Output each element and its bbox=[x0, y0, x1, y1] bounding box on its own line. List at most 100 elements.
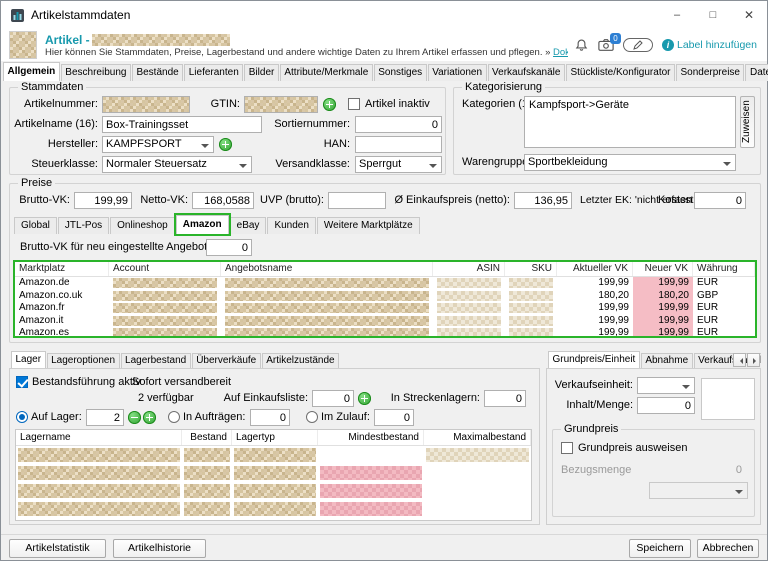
tab-variationen[interactable]: Variationen bbox=[428, 64, 487, 81]
versandklasse-select[interactable]: Sperrgut bbox=[355, 156, 442, 173]
camera-icon-wrap[interactable]: 0 bbox=[598, 38, 614, 52]
kategorie-item[interactable]: Kampfsport->Geräte bbox=[529, 99, 629, 111]
hersteller-add-button[interactable] bbox=[219, 138, 232, 151]
table-row-amazon-it[interactable]: Amazon.it 199,99 199,99 EUR bbox=[15, 315, 755, 328]
einkaufsliste-add-button[interactable] bbox=[358, 392, 371, 405]
table-row-amazon-fr[interactable]: Amazon.fr 199,99 199,99 EUR bbox=[15, 302, 755, 315]
lager-row[interactable] bbox=[16, 464, 531, 482]
grundpreis-ausweisen-checkbox[interactable] bbox=[561, 442, 573, 454]
tab-bestaende[interactable]: Bestände bbox=[132, 64, 183, 81]
im-zulauf-input[interactable] bbox=[374, 409, 414, 426]
subtab-weitere-marktplaetze[interactable]: Weitere Marktplätze bbox=[317, 217, 420, 234]
steuerklasse-select[interactable]: Normaler Steuersatz bbox=[102, 156, 252, 173]
col-sku[interactable]: SKU bbox=[505, 262, 557, 276]
bell-icon[interactable] bbox=[574, 38, 589, 53]
tab-attribute-merkmale[interactable]: Attribute/Merkmale bbox=[280, 64, 373, 81]
streckenlager-input[interactable] bbox=[484, 390, 526, 407]
subtab-artikelzustaende[interactable]: Artikelzustände bbox=[262, 353, 339, 368]
gtin-add-button[interactable] bbox=[323, 98, 336, 111]
im-zulauf-radio[interactable] bbox=[306, 411, 318, 423]
tab-lieferanten[interactable]: Lieferanten bbox=[184, 64, 243, 81]
article-thumbnail[interactable] bbox=[9, 31, 37, 59]
tab-bilder[interactable]: Bilder bbox=[244, 64, 279, 81]
in-auftraegen-radio[interactable] bbox=[168, 411, 180, 423]
edit-mode-toggle[interactable] bbox=[623, 38, 653, 52]
neuer-vk-cell[interactable]: 199,99 bbox=[633, 315, 693, 328]
tab-dateien[interactable]: Dateien bbox=[745, 64, 768, 81]
tab-scroll-right-button[interactable] bbox=[747, 353, 760, 367]
verkaufseinheit-select[interactable] bbox=[637, 377, 695, 394]
artikelname-input[interactable] bbox=[102, 116, 262, 133]
col-account[interactable]: Account bbox=[109, 262, 221, 276]
col-lagername[interactable]: Lagername bbox=[16, 430, 182, 445]
col-lagertyp[interactable]: Lagertyp bbox=[232, 430, 318, 445]
subtab-kunden[interactable]: Kunden bbox=[267, 217, 315, 234]
sortiernummer-input[interactable] bbox=[355, 116, 442, 133]
auf-lager-radio[interactable] bbox=[16, 411, 28, 423]
neuer-vk-cell[interactable]: 199,99 bbox=[633, 327, 693, 338]
netto-vk-input[interactable] bbox=[192, 192, 254, 209]
tab-scroll-left-button[interactable] bbox=[733, 353, 746, 367]
col-neuer-vk[interactable]: Neuer VK bbox=[633, 262, 693, 276]
warengruppe-select[interactable]: Sportbekleidung bbox=[524, 154, 736, 171]
einkaufspreis-input[interactable] bbox=[514, 192, 572, 209]
col-angebotsname[interactable]: Angebotsname bbox=[221, 262, 433, 276]
tab-beschreibung[interactable]: Beschreibung bbox=[61, 64, 131, 81]
col-asin[interactable]: ASIN bbox=[433, 262, 505, 276]
subtab-abnahme[interactable]: Abnahme bbox=[641, 353, 693, 368]
abbrechen-button[interactable]: Abbrechen bbox=[697, 539, 759, 558]
subtab-global[interactable]: Global bbox=[14, 217, 57, 234]
subtab-lagerbestand[interactable]: Lagerbestand bbox=[121, 353, 191, 368]
label-hinzufuegen-link[interactable]: i Label hinzufügen bbox=[662, 39, 757, 51]
in-auftraegen-input[interactable] bbox=[250, 409, 290, 426]
tab-stueckliste-konfigurator[interactable]: Stückliste/Konfigurator bbox=[566, 64, 675, 81]
close-button[interactable]: ✕ bbox=[731, 1, 767, 29]
minimize-button[interactable]: – bbox=[659, 1, 695, 29]
tab-verkaufskanaele[interactable]: Verkaufskanäle bbox=[488, 64, 565, 81]
neuer-vk-cell[interactable]: 199,99 bbox=[633, 277, 693, 290]
col-marktplatz[interactable]: Marktplatz bbox=[15, 262, 109, 276]
table-row-amazon-de[interactable]: Amazon.de 199,99 199,99 EUR bbox=[15, 277, 755, 290]
col-bestand[interactable]: Bestand bbox=[182, 430, 232, 445]
subtab-ebay[interactable]: eBay bbox=[230, 217, 267, 234]
hersteller-select[interactable]: KAMPFSPORT bbox=[102, 136, 214, 153]
col-maximalbestand[interactable]: Maximalbestand bbox=[424, 430, 531, 445]
neuer-vk-cell[interactable]: 199,99 bbox=[633, 302, 693, 315]
kategorien-listbox[interactable]: Kampfsport->Geräte bbox=[524, 96, 736, 148]
auf-lager-minus-button[interactable] bbox=[128, 411, 141, 424]
tab-sonderpreise[interactable]: Sonderpreise bbox=[676, 64, 744, 81]
lager-row[interactable] bbox=[16, 500, 531, 518]
col-waehrung[interactable]: Währung bbox=[693, 262, 755, 276]
tab-allgemein[interactable]: Allgemein bbox=[3, 62, 60, 81]
subtab-amazon[interactable]: Amazon bbox=[176, 215, 229, 234]
zuweisen-button[interactable]: Zuweisen bbox=[740, 96, 755, 148]
brutto-vk-input[interactable] bbox=[74, 192, 132, 209]
subtab-jtl-pos[interactable]: JTL-Pos bbox=[58, 217, 109, 234]
lager-row[interactable] bbox=[16, 482, 531, 500]
neu-angebote-input[interactable] bbox=[206, 239, 252, 256]
artikelnummer-input[interactable] bbox=[102, 96, 190, 113]
auf-lager-input[interactable] bbox=[86, 409, 124, 426]
artikelstatistik-button[interactable]: Artikelstatistik bbox=[9, 539, 106, 558]
gtin-input[interactable] bbox=[244, 96, 318, 113]
artikelhistorie-button[interactable]: Artikelhistorie bbox=[113, 539, 206, 558]
table-row-amazon-co-uk[interactable]: Amazon.co.uk 180,20 180,20 GBP bbox=[15, 290, 755, 303]
table-row-amazon-es[interactable]: Amazon.es 199,99 199,99 EUR bbox=[15, 327, 755, 338]
subtab-onlineshop[interactable]: Onlineshop bbox=[110, 217, 175, 234]
auf-lager-plus-button[interactable] bbox=[143, 411, 156, 424]
dokumentation-link[interactable]: Dokumentation bbox=[553, 47, 568, 58]
uvp-input[interactable] bbox=[328, 192, 386, 209]
subtab-ueberverkaeufe[interactable]: Überverkäufe bbox=[192, 353, 261, 368]
lager-row[interactable] bbox=[16, 446, 531, 464]
kosten-input[interactable] bbox=[694, 192, 746, 209]
speichern-button[interactable]: Speichern bbox=[629, 539, 691, 558]
col-aktueller-vk[interactable]: Aktueller VK bbox=[557, 262, 633, 276]
maximize-button[interactable]: □ bbox=[695, 1, 731, 29]
subtab-lageroptionen[interactable]: Lageroptionen bbox=[47, 353, 120, 368]
subtab-grundpreis-einheit[interactable]: Grundpreis/Einheit bbox=[548, 351, 640, 368]
bestandsfuehrung-checkbox[interactable] bbox=[16, 376, 28, 388]
artikel-inaktiv-checkbox[interactable] bbox=[348, 98, 360, 110]
einkaufsliste-input[interactable] bbox=[312, 390, 354, 407]
han-input[interactable] bbox=[355, 136, 442, 153]
tab-sonstiges[interactable]: Sonstiges bbox=[374, 64, 427, 81]
